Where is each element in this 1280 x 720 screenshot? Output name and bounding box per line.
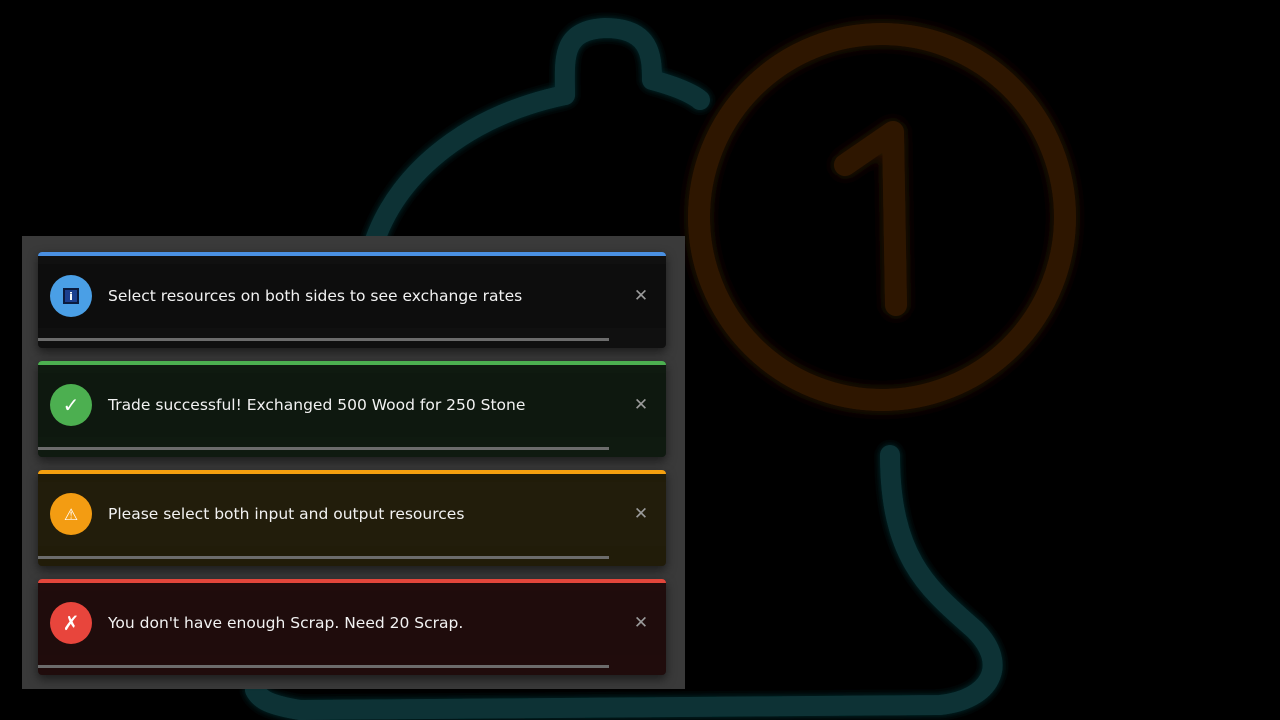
error-x-icon: ✗ (50, 602, 92, 644)
toast-accent-bar (38, 252, 666, 256)
toast-body: ✓ Trade successful! Exchanged 500 Wood f… (38, 373, 666, 437)
toast-progress-bar (38, 447, 610, 450)
toast-accent-bar (38, 470, 666, 474)
toast-message: Trade successful! Exchanged 500 Wood for… (108, 396, 526, 414)
toast-progress-bar (38, 556, 610, 559)
toast-body: ⚠ Please select both input and output re… (38, 482, 666, 546)
toast-success: ✓ Trade successful! Exchanged 500 Wood f… (38, 361, 666, 457)
toast-error: ✗ You don't have enough Scrap. Need 20 S… (38, 579, 666, 675)
toast-body: i Select resources on both sides to see … (38, 264, 666, 328)
toast-message: Please select both input and output reso… (108, 505, 465, 523)
info-glyph: i (63, 288, 79, 304)
toast-accent-bar (38, 579, 666, 583)
checkmark-icon: ✓ (50, 384, 92, 426)
toast-warning: ⚠ Please select both input and output re… (38, 470, 666, 566)
info-icon: i (50, 275, 92, 317)
badge-one-icon (688, 23, 1076, 411)
toast-message: You don't have enough Scrap. Need 20 Scr… (108, 614, 464, 632)
close-icon[interactable]: ✕ (630, 503, 652, 525)
toast-message: Select resources on both sides to see ex… (108, 287, 523, 305)
toast-info: i Select resources on both sides to see … (38, 252, 666, 348)
close-icon[interactable]: ✕ (630, 612, 652, 634)
toast-body: ✗ You don't have enough Scrap. Need 20 S… (38, 591, 666, 655)
notification-panel: i Select resources on both sides to see … (22, 236, 685, 689)
toast-progress-bar (38, 665, 610, 668)
close-icon[interactable]: ✕ (630, 394, 652, 416)
close-icon[interactable]: ✕ (630, 285, 652, 307)
toast-progress-bar (38, 338, 610, 341)
warning-icon: ⚠ (50, 493, 92, 535)
toast-accent-bar (38, 361, 666, 365)
